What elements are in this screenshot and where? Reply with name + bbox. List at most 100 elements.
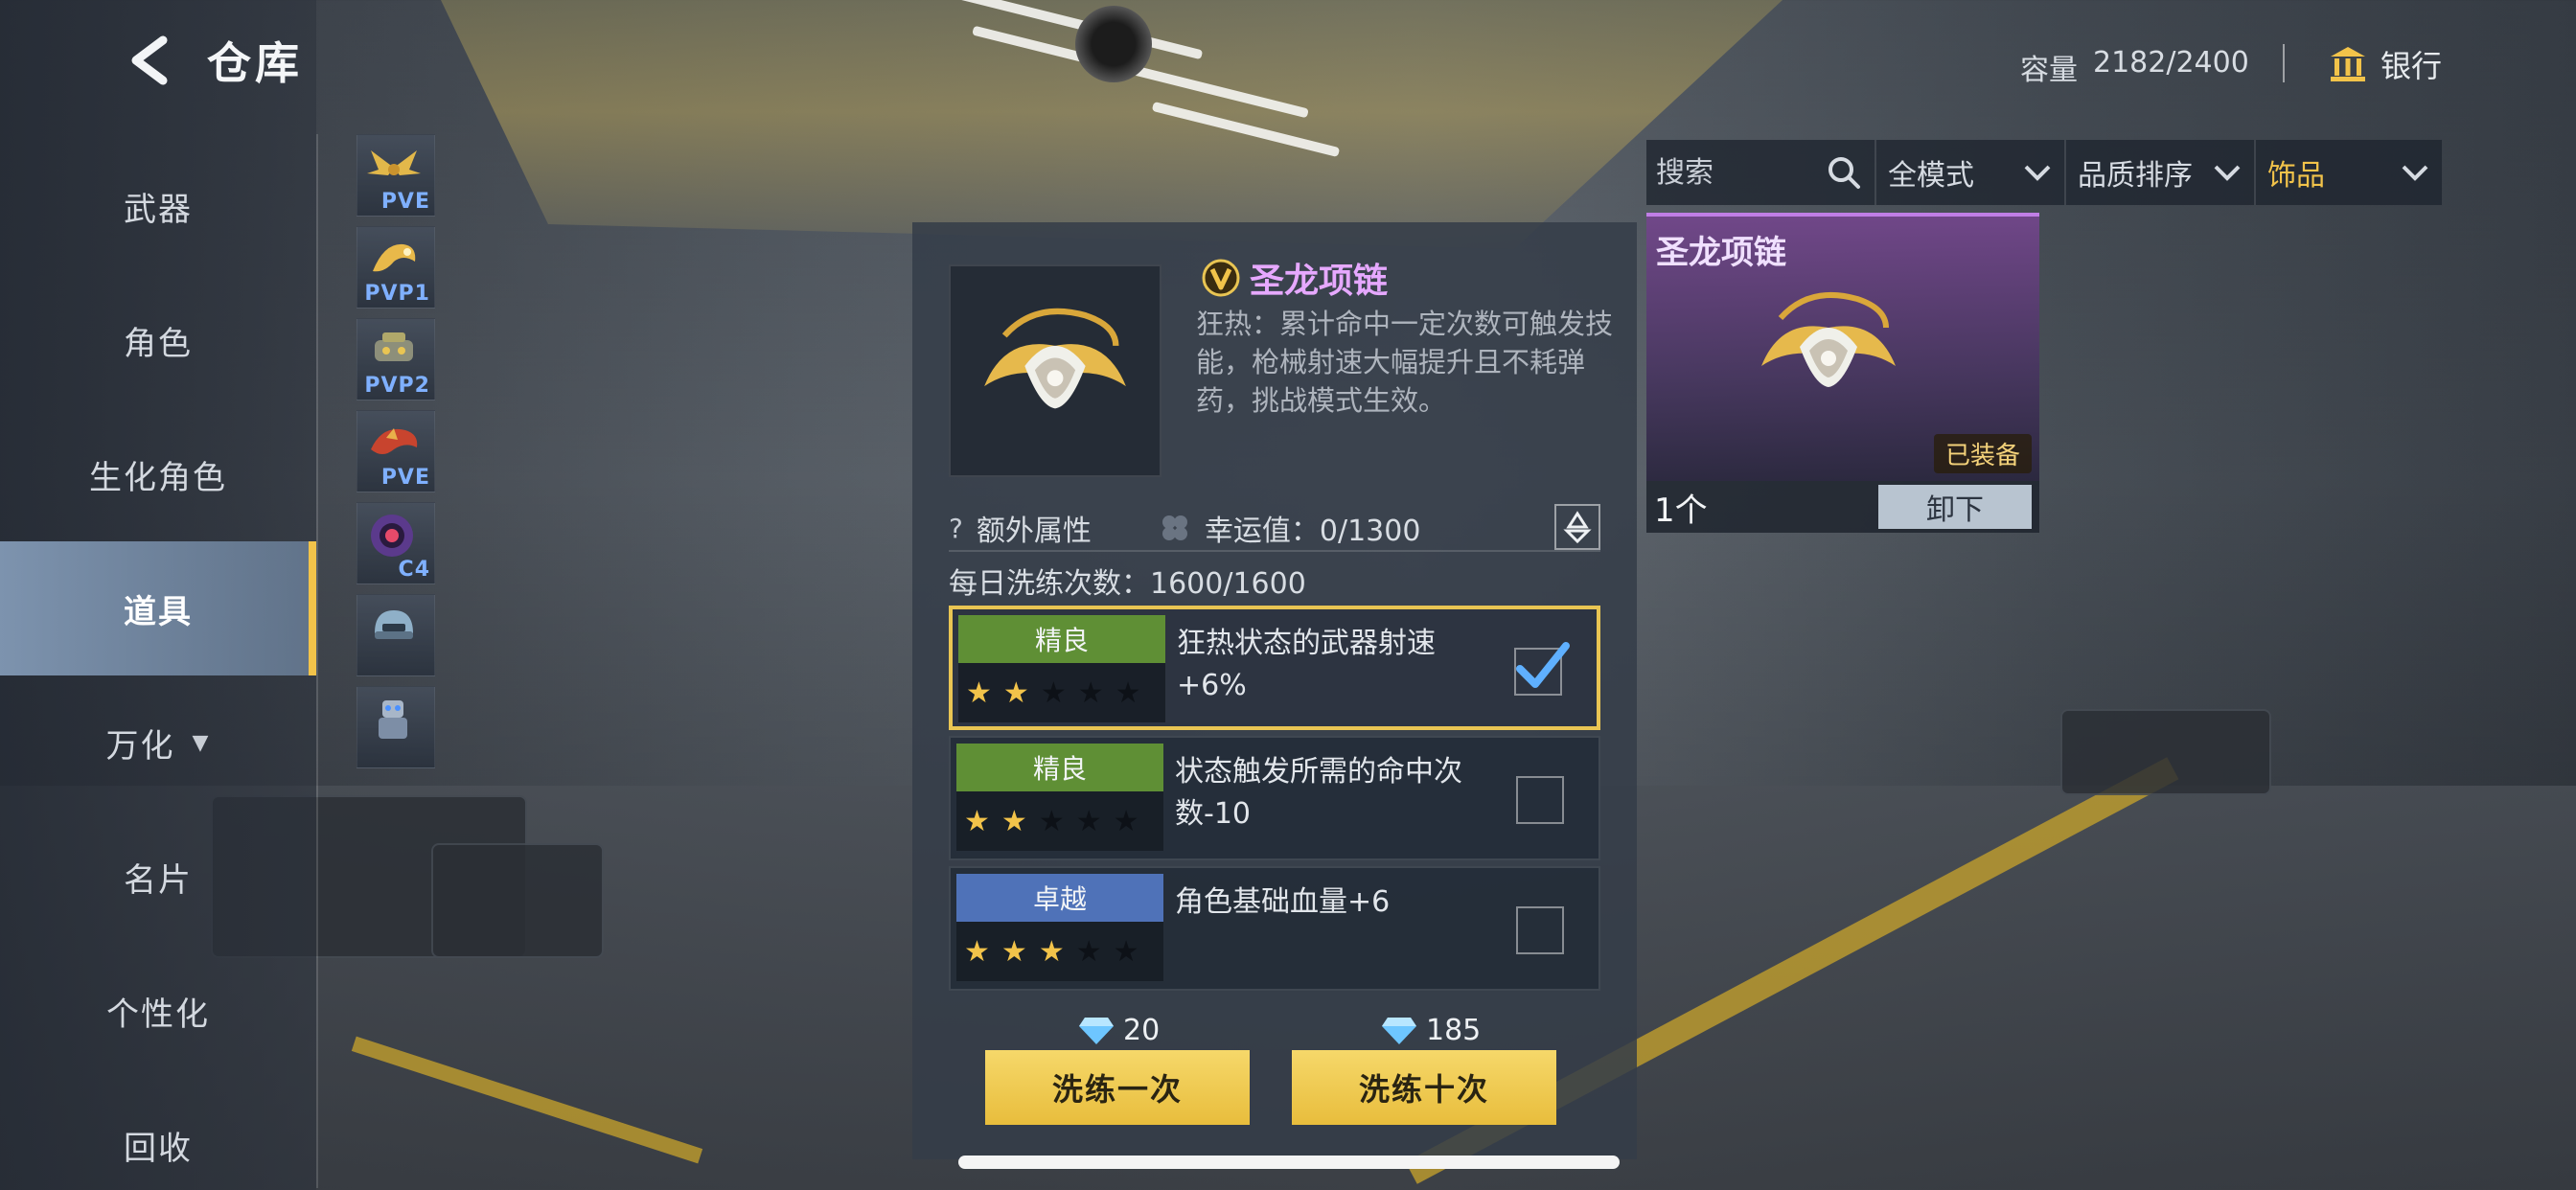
recycle-button[interactable]: [1554, 504, 1600, 550]
robot-icon: [379, 700, 407, 739]
strip-item-tag: PVP1: [364, 282, 430, 306]
sidebar-item-recycle[interactable]: 回收: [0, 1078, 316, 1190]
option-grade: 卓越 ★ ★ ★ ★ ★: [956, 874, 1163, 983]
question-mark-icon[interactable]: ?: [949, 513, 963, 544]
home-indicator[interactable]: [958, 1156, 1620, 1169]
refine-option[interactable]: 精良 ★ ★ ★ ★ ★ 状态触发所需的命中次数-10: [949, 736, 1600, 860]
category-dropdown[interactable]: 饰品: [2256, 140, 2442, 205]
sidebar-item-personalize[interactable]: 个性化: [0, 944, 316, 1078]
sidebar-item-weapons[interactable]: 武器: [0, 139, 316, 273]
star-rating: ★ ★ ★ ★ ★: [956, 791, 1163, 851]
recycle-icon: [1563, 511, 1592, 543]
equipped-item-count: 1个: [1654, 491, 1708, 530]
mode-dropdown[interactable]: 全模式: [1876, 140, 2066, 205]
sidebar-item-label: 名片: [124, 860, 193, 900]
equipped-item-footer: 1个 卸下: [1646, 481, 2039, 533]
sidebar-item-label: 武器: [124, 190, 193, 229]
strip-item[interactable]: PVE: [356, 410, 435, 492]
star-icon: ★: [1038, 934, 1065, 969]
strip-item[interactable]: [356, 594, 435, 676]
star-rating: ★ ★ ★ ★ ★: [958, 663, 1165, 722]
luck-label: 幸运值：0/1300: [1204, 515, 1421, 548]
grade-label: 精良: [958, 615, 1165, 663]
filter-bar: 全模式 品质排序 饰品: [1646, 140, 2442, 205]
star-icon: ★: [1038, 804, 1065, 838]
strip-item[interactable]: PVE: [356, 134, 435, 217]
sidebar-nav: 武器 角色 生化角色 道具 万化 ▼ 名片 个性化 回收: [0, 139, 316, 1190]
clover-icon: [1162, 515, 1187, 540]
search-icon[interactable]: [1827, 155, 1861, 190]
refine-option[interactable]: 精良 ★ ★ ★ ★ ★ 狂热状态的武器射速+6%: [949, 606, 1600, 730]
strip-item[interactable]: C4: [356, 502, 435, 584]
star-icon: ★: [1000, 934, 1027, 969]
v-rank-badge-icon: [1202, 259, 1240, 297]
sidebar-item-wanhua[interactable]: 万化 ▼: [0, 675, 316, 810]
wings-icon: [367, 150, 421, 175]
checkmark-icon: [1516, 642, 1570, 688]
sort-dropdown-value: 品质排序: [2078, 159, 2193, 193]
option-text: 狂热状态的武器射速+6%: [1177, 627, 1436, 702]
header: 仓库: [125, 27, 303, 94]
option-text: 角色基础血量+6: [1175, 885, 1391, 919]
capacity: 容量 2182/2400: [2020, 46, 2249, 88]
refine-once-button[interactable]: 洗练一次: [985, 1050, 1250, 1125]
dragon-necklace-icon: [984, 308, 1126, 409]
item-description: 狂热：累计命中一定次数可触发技能，枪械射速大幅提升且不耗弹药，挑战模式生效。: [1196, 308, 1614, 417]
sidebar-item-characters[interactable]: 角色: [0, 273, 316, 407]
strip-item-tag: C4: [398, 558, 430, 582]
capacity-value: 2182/2400: [2093, 46, 2249, 80]
star-rating: ★ ★ ★ ★ ★: [956, 922, 1163, 981]
item-preview: [949, 264, 1162, 477]
grade-label: 精良: [956, 744, 1163, 791]
unequip-button[interactable]: 卸下: [1878, 485, 2032, 529]
background-crate: [431, 843, 604, 958]
sidebar-item-label: 万化: [105, 726, 175, 766]
item-name: 圣龙项链: [1250, 262, 1389, 301]
refine-option[interactable]: 卓越 ★ ★ ★ ★ ★ 角色基础血量+6: [949, 866, 1600, 991]
helmet-icon: [375, 610, 413, 639]
bank-label: 银行: [2380, 48, 2443, 84]
strip-item[interactable]: PVP2: [356, 318, 435, 400]
equipped-item-name: 圣龙项链: [1656, 234, 1786, 272]
chevron-down-icon: [2402, 165, 2428, 181]
sidebar-item-cards[interactable]: 名片: [0, 810, 316, 944]
red-dragon-icon: [371, 428, 418, 454]
item-title-row: 圣龙项链: [1202, 253, 1388, 303]
sidebar-item-label: 个性化: [106, 995, 210, 1034]
sidebar-item-bio-characters[interactable]: 生化角色: [0, 407, 316, 541]
golden-dragon-icon: [373, 243, 416, 272]
sidebar-item-label: 回收: [124, 1129, 193, 1168]
refine-ten-button[interactable]: 洗练十次: [1292, 1050, 1556, 1125]
strip-item[interactable]: PVP1: [356, 226, 435, 309]
caret-down-icon: ▼: [192, 730, 211, 755]
luck-value: 幸运值：0/1300: [1159, 507, 1421, 549]
search-input[interactable]: [1656, 155, 1809, 190]
strip-item[interactable]: [356, 686, 435, 768]
refine-panel: 圣龙项链 狂热：累计命中一定次数可触发技能，枪械射速大幅提升且不耗弹药，挑战模式…: [912, 222, 1637, 1159]
option-text: 状态触发所需的命中次数-10: [1175, 755, 1462, 831]
back-arrow-icon[interactable]: [125, 32, 172, 89]
page-title: 仓库: [207, 37, 303, 89]
refine-ten-cost: 185: [1380, 1014, 1481, 1047]
extra-attributes-label: 额外属性: [976, 515, 1092, 548]
strip-item-tag: PVP2: [364, 374, 430, 398]
daily-refine-count: 每日洗练次数：1600/1600: [949, 567, 1306, 601]
refine-once-cost-value: 20: [1123, 1014, 1161, 1047]
grade-label: 卓越: [956, 874, 1163, 922]
search-box: [1646, 140, 1876, 205]
dragon-necklace-icon: [1761, 291, 1896, 387]
bank-icon: [2331, 47, 2365, 81]
star-icon: ★: [1000, 804, 1027, 838]
mode-dropdown-value: 全模式: [1888, 159, 1974, 193]
strip-item-tag: PVE: [380, 190, 430, 214]
option-checkbox[interactable]: [1516, 776, 1564, 824]
option-checkbox[interactable]: [1516, 906, 1564, 954]
item-strip: PVE PVP1 PVP2 PVE C4: [356, 134, 435, 778]
sort-dropdown[interactable]: 品质排序: [2066, 140, 2256, 205]
option-checkbox[interactable]: [1514, 642, 1570, 696]
background-lamp: [1075, 6, 1152, 82]
chevron-down-icon: [2214, 165, 2241, 181]
bank-button[interactable]: 银行: [2329, 42, 2442, 86]
equipped-item-card[interactable]: 圣龙项链 已装备: [1646, 213, 2039, 481]
sidebar-item-props[interactable]: 道具: [0, 541, 316, 675]
